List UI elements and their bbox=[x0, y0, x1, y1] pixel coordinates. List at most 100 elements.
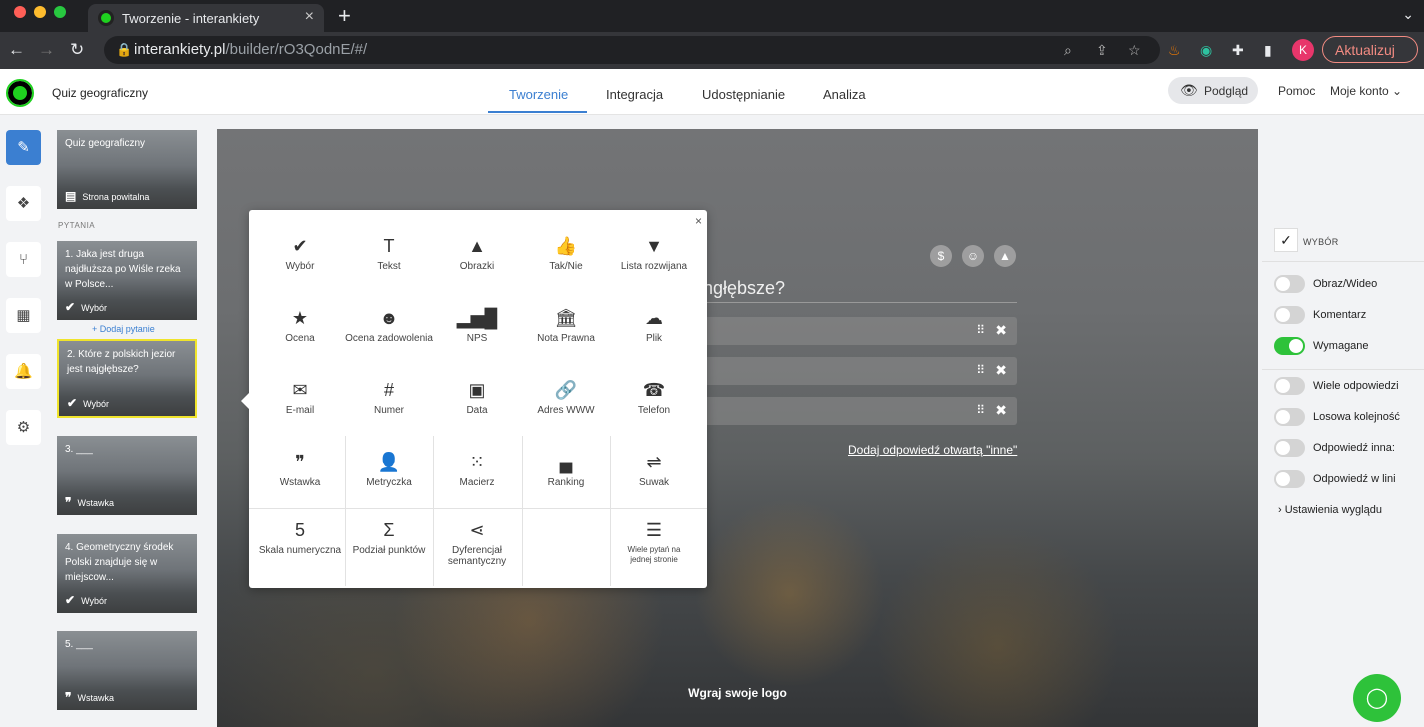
question-type-icon: ✉ bbox=[292, 380, 308, 400]
question-type-macierz[interactable]: ⁙ Macierz bbox=[433, 450, 521, 488]
logic-tool-icon[interactable]: ⑂ bbox=[6, 242, 41, 277]
question-type-empty bbox=[522, 518, 610, 545]
delete-answer-icon[interactable]: ✖ bbox=[995, 322, 1007, 339]
question-type-tak-nie[interactable]: 👍 Tak/Nie bbox=[522, 234, 610, 272]
welcome-type: ▤ Strona powitalna bbox=[65, 189, 150, 203]
toggle-switch[interactable] bbox=[1274, 470, 1305, 488]
tab-search-icon[interactable]: ⌄ bbox=[1402, 6, 1414, 23]
tab-analiza[interactable]: Analiza bbox=[823, 87, 866, 102]
toggle-switch[interactable] bbox=[1274, 306, 1305, 324]
tab-udostepnianie[interactable]: Udostępnianie bbox=[702, 87, 785, 102]
question-type-icon: # bbox=[383, 380, 394, 400]
notifications-tool-icon[interactable]: 🔔 bbox=[6, 354, 41, 389]
profile-avatar[interactable]: K bbox=[1292, 39, 1314, 61]
zoom-icon[interactable]: ⌕ bbox=[1064, 42, 1072, 59]
new-tab-button[interactable]: + bbox=[338, 3, 351, 29]
question-type-lista-rozwijana[interactable]: ▼ Lista rozwijana bbox=[610, 234, 698, 272]
answer-row[interactable]: ⠿ ✖ bbox=[703, 317, 1017, 345]
delete-answer-icon[interactable]: ✖ bbox=[995, 362, 1007, 379]
preview-button[interactable]: 👁 Podgląd bbox=[1168, 77, 1258, 104]
image-icon[interactable]: ▲ bbox=[994, 245, 1016, 267]
toggle-switch[interactable] bbox=[1274, 377, 1305, 395]
dollar-icon[interactable]: $ bbox=[930, 245, 952, 267]
tab-tworzenie[interactable]: Tworzenie bbox=[509, 87, 568, 102]
drag-handle-icon[interactable]: ⠿ bbox=[976, 403, 985, 417]
chevron-right-icon: › bbox=[1278, 504, 1282, 516]
question-type-obrazki[interactable]: ▲ Obrazki bbox=[433, 234, 521, 272]
help-link[interactable]: Pomoc bbox=[1278, 84, 1315, 98]
question-thumb-2[interactable]: 2. Które z polskich jezior jest najgłębs… bbox=[57, 339, 197, 418]
question-type-wiele-pyta-na-jednej-stronie[interactable]: ☰ Wiele pytań na jednej stronie bbox=[610, 518, 698, 565]
question-type-suwak[interactable]: ⇌ Suwak bbox=[610, 450, 698, 488]
question-thumb-4[interactable]: 4. Geometryczny środek Polski znajduje s… bbox=[57, 534, 197, 613]
question-type-icon: ✔ bbox=[292, 236, 308, 256]
question-type-tekst[interactable]: T Tekst bbox=[345, 234, 433, 272]
back-icon[interactable]: ← bbox=[8, 40, 25, 60]
toggle-switch[interactable] bbox=[1274, 408, 1305, 426]
sidepanel-icon[interactable]: ▮ bbox=[1264, 42, 1272, 59]
question-thumb-3[interactable]: 3. ___ ❞ Wstawka bbox=[57, 436, 197, 515]
question-type-data[interactable]: ▣ Data bbox=[433, 378, 521, 416]
look-settings-link[interactable]: › Ustawienia wyglądu bbox=[1278, 504, 1382, 516]
forward-icon[interactable]: → bbox=[38, 40, 55, 60]
question-type-plik[interactable]: ☁ Plik bbox=[610, 306, 698, 344]
close-popup-icon[interactable]: × bbox=[695, 214, 702, 228]
edit-tool-icon[interactable]: ✎ bbox=[6, 130, 41, 165]
minimize-window-button[interactable] bbox=[34, 6, 46, 18]
answer-row[interactable]: ⠿ ✖ bbox=[703, 397, 1017, 425]
question-type-ocena-zadowolenia[interactable]: ☻ Ocena zadowolenia bbox=[345, 306, 433, 344]
toggle-switch[interactable] bbox=[1274, 439, 1305, 457]
drag-handle-icon[interactable]: ⠿ bbox=[976, 363, 985, 377]
extensions-puzzle-icon[interactable]: ✚ bbox=[1232, 42, 1244, 59]
address-bar[interactable]: 🔒 interankiety.pl/builder/rO3QodnE/#/ ⌕ … bbox=[104, 36, 1160, 64]
question-type-nps[interactable]: ▂▅█ NPS bbox=[433, 306, 521, 344]
answer-row[interactable]: ⠿ ✖ bbox=[703, 357, 1017, 385]
drag-handle-icon[interactable]: ⠿ bbox=[976, 323, 985, 337]
extension-grammarly-icon[interactable]: ◉ bbox=[1200, 42, 1212, 59]
question-type-ranking[interactable]: ▄ Ranking bbox=[522, 450, 610, 488]
question-type-podzia-punkt-w[interactable]: Σ Podział punktów bbox=[345, 518, 433, 556]
question-type-ocena[interactable]: ★ Ocena bbox=[256, 306, 344, 344]
reload-icon[interactable]: ↻ bbox=[70, 40, 84, 60]
smiley-icon[interactable]: ☺ bbox=[962, 245, 984, 267]
share-icon[interactable]: ⇪ bbox=[1096, 42, 1108, 59]
extension-fire-icon[interactable]: ♨ bbox=[1168, 42, 1181, 59]
app-logo[interactable] bbox=[6, 79, 34, 107]
question-type-nota-prawna[interactable]: 🏛 Nota Prawna bbox=[522, 306, 610, 344]
question-type-skala-numeryczna[interactable]: 5 Skala numeryczna bbox=[256, 518, 344, 556]
theme-tool-icon[interactable]: ❖ bbox=[6, 186, 41, 221]
browser-tab[interactable]: Tworzenie - interankiety × bbox=[88, 4, 324, 32]
settings-tool-icon[interactable]: ⚙ bbox=[6, 410, 41, 445]
close-window-button[interactable] bbox=[14, 6, 26, 18]
question-type-icon: ⁙ bbox=[469, 452, 485, 472]
welcome-page-thumb[interactable]: Quiz geograficzny ▤ Strona powitalna bbox=[57, 130, 197, 209]
close-tab-icon[interactable]: × bbox=[305, 8, 314, 26]
toggle-switch[interactable] bbox=[1274, 275, 1305, 293]
question-thumb-5[interactable]: 5. ___ ❞ Wstawka bbox=[57, 631, 197, 710]
chat-support-button[interactable]: ◯ bbox=[1353, 674, 1401, 722]
chevron-down-icon: ⌄ bbox=[1392, 84, 1403, 98]
question-type-wstawka[interactable]: ❞ Wstawka bbox=[256, 450, 344, 488]
question-type-telefon[interactable]: ☎ Telefon bbox=[610, 378, 698, 416]
question-thumb-1[interactable]: 1. Jaka jest druga najdłuższa po Wiśle r… bbox=[57, 241, 197, 320]
question-title: 1. Jaka jest druga najdłuższa po Wiśle r… bbox=[65, 249, 181, 290]
calculator-tool-icon[interactable]: ▦ bbox=[6, 298, 41, 333]
maximize-window-button[interactable] bbox=[54, 6, 66, 18]
question-type-metryczka[interactable]: 👤 Metryczka bbox=[345, 450, 433, 488]
question-type-numer[interactable]: # Numer bbox=[345, 378, 433, 416]
tab-integracja[interactable]: Integracja bbox=[606, 87, 663, 102]
question-type: ✔ Wybór bbox=[65, 593, 107, 607]
add-other-answer-link[interactable]: Dodaj odpowiedź otwartą "inne" bbox=[848, 443, 1017, 457]
question-type-wyb-r[interactable]: ✔ Wybór bbox=[256, 234, 344, 272]
update-button[interactable]: Aktualizuj bbox=[1322, 36, 1418, 63]
question-type-dyferencja-semantyczny[interactable]: ⋖ Dyferencjał semantyczny bbox=[433, 518, 521, 567]
account-menu[interactable]: Moje konto ⌄ bbox=[1330, 84, 1402, 98]
add-question-link[interactable]: + Dodaj pytanie bbox=[92, 324, 155, 334]
upload-logo-link[interactable]: Wgraj swoje logo bbox=[217, 686, 1258, 700]
toggle-switch[interactable] bbox=[1274, 337, 1305, 355]
question-type-adres-www[interactable]: 🔗 Adres WWW bbox=[522, 378, 610, 416]
bookmark-star-icon[interactable]: ☆ bbox=[1128, 42, 1141, 59]
delete-answer-icon[interactable]: ✖ bbox=[995, 402, 1007, 419]
question-type-e-mail[interactable]: ✉ E-mail bbox=[256, 378, 344, 416]
question-title-input[interactable]: ngłębsze? bbox=[703, 274, 1017, 303]
